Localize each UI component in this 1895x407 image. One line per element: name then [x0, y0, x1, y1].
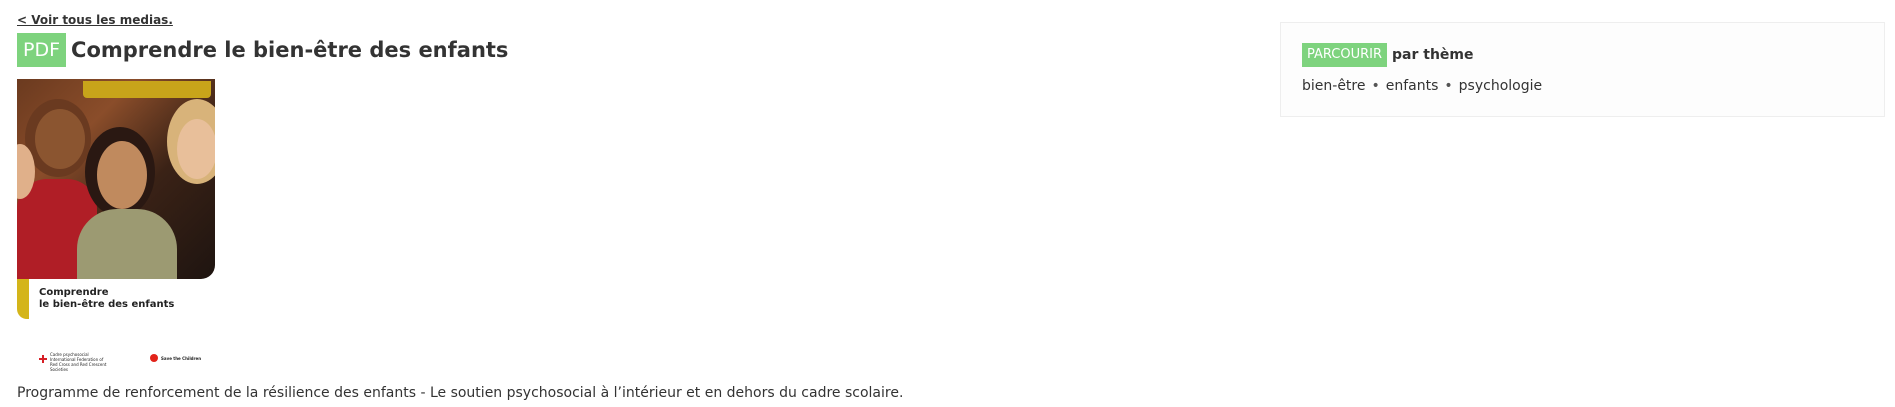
tag-separator: • — [1371, 78, 1380, 94]
red-cross-logo: Cadre psychosocial International Federat… — [39, 352, 110, 372]
page-title: Comprendre le bien-être des enfants — [71, 38, 509, 62]
tag-enfants[interactable]: enfants — [1386, 78, 1439, 94]
child-face-center-skin — [97, 141, 147, 209]
media-description: Programme de renforcement de la résilien… — [17, 385, 904, 401]
save-the-children-icon — [150, 354, 158, 362]
save-the-children-logo-text: Save the Children — [161, 355, 202, 361]
pdf-badge: PDF — [17, 33, 67, 67]
tag-bien-etre[interactable]: bien-être — [1302, 78, 1365, 94]
browse-heading-suffix: par thème — [1392, 47, 1474, 63]
cover-caption-line2: le bien-être des enfants — [39, 299, 175, 310]
child-face-right-skin — [177, 119, 215, 179]
save-the-children-logo: Save the Children — [150, 354, 201, 362]
child-shirt-center — [77, 209, 177, 279]
red-cross-logo-text: Cadre psychosocial International Federat… — [50, 352, 107, 372]
red-cross-icon — [39, 355, 47, 363]
cover-yellow-stripe — [17, 279, 29, 319]
media-title-row: PDF Comprendre le bien-être des enfants — [17, 33, 508, 67]
cover-photo — [17, 79, 215, 279]
tag-separator: • — [1444, 78, 1453, 94]
cover-banner — [83, 81, 211, 98]
page: < Voir tous les medias. PDF Comprendre l… — [0, 0, 1895, 407]
browse-badge: PARCOURIR — [1302, 43, 1388, 67]
cover-image[interactable]: Comprendre le bien-être des enfants Cadr… — [17, 79, 215, 372]
back-to-all-media-link[interactable]: < Voir tous les medias. — [17, 13, 173, 27]
theme-tag-list: bien-être • enfants • psychologie — [1302, 78, 1542, 94]
cover-caption-line1: Comprendre — [39, 287, 109, 298]
browse-by-theme-panel: PARCOURIR par thème bien-être • enfants … — [1280, 22, 1885, 117]
child-face-left-skin — [35, 109, 85, 169]
browse-heading: PARCOURIR par thème — [1302, 43, 1474, 67]
cover-caption: Comprendre le bien-être des enfants — [39, 287, 209, 311]
tag-psychologie[interactable]: psychologie — [1459, 78, 1542, 94]
